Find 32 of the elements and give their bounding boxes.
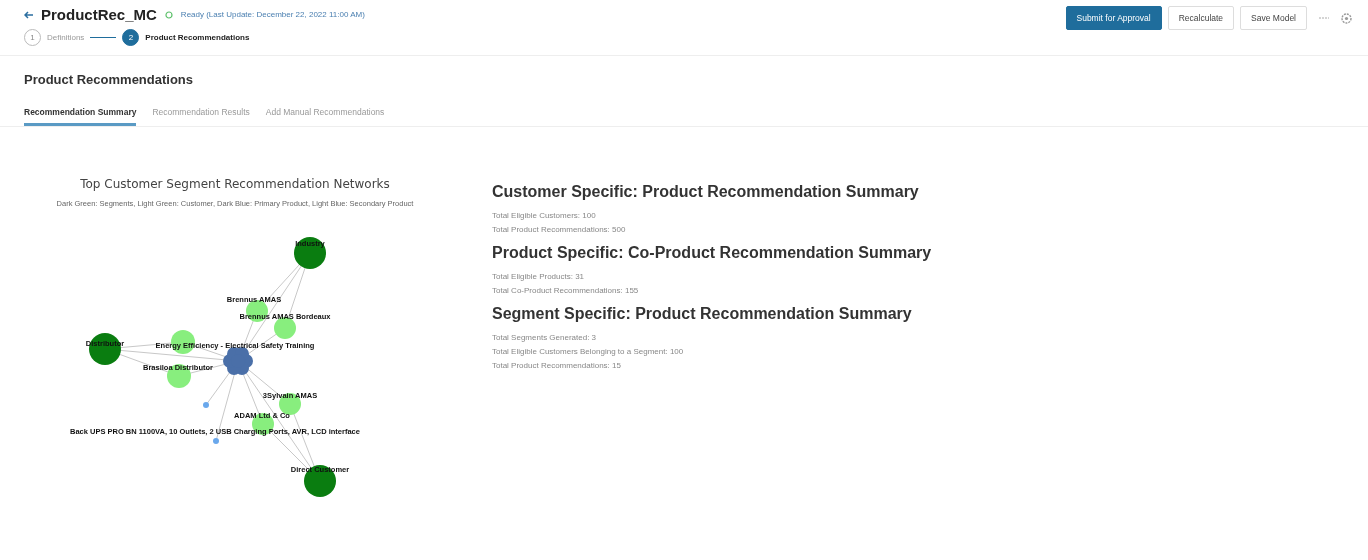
summary-line: Total Product Recommendations: 15: [492, 361, 622, 370]
settings-icon[interactable]: [1341, 12, 1352, 24]
action-button[interactable]: Submit for Approval: [1065, 6, 1162, 30]
action-button[interactable]: Recalculate: [1167, 6, 1235, 30]
secondary-product-node: [203, 401, 209, 408]
step-number[interactable]: 2: [122, 29, 140, 46]
model-title: ProductRec_MC: [41, 6, 157, 23]
summary-line: Total Eligible Customers Belonging to a Segment: 100: [492, 347, 685, 356]
summary-line: Total Product Recommendations: 500: [492, 225, 627, 234]
step-label[interactable]: Product Recommendations: [145, 33, 250, 42]
summary-title: Customer Specific: Product Recommendation Summary: [492, 183, 920, 201]
tab[interactable]: Recommendation Summary: [24, 107, 137, 126]
customer-node: [274, 316, 296, 339]
chart-title: Top Customer Segment Recommendation Networks: [80, 177, 390, 191]
summary-line: Total Eligible Customers: 100: [492, 211, 597, 220]
summary-title: Product Specific: Co-Product Recommendation Summary: [492, 244, 932, 262]
step-label[interactable]: Definitions: [47, 33, 85, 42]
summary-line: Total Eligible Products: 31: [492, 272, 586, 281]
summary-title: Segment Specific: Product Recommendation Summary: [492, 305, 913, 323]
section-title: Product Recommendations: [24, 72, 195, 87]
tab[interactable]: Add Manual Recommendations: [265, 107, 385, 126]
step-number[interactable]: 1: [24, 29, 41, 46]
secondary-product-node: [213, 437, 219, 444]
more-icon[interactable]: [1319, 16, 1329, 20]
summary-line: Total Co-Product Recommendations: 155: [492, 286, 640, 295]
back-arrow-icon[interactable]: [24, 10, 33, 19]
summary-line: Total Segments Generated: 3: [492, 333, 598, 342]
status-icon: [164, 10, 173, 19]
action-button[interactable]: Save Model: [1240, 6, 1307, 30]
primary-product-node: [223, 346, 253, 375]
tab[interactable]: Recommendation Results: [152, 107, 250, 126]
status-text: Ready (Last Update: December 22, 2022 11:00 AM): [180, 10, 365, 19]
